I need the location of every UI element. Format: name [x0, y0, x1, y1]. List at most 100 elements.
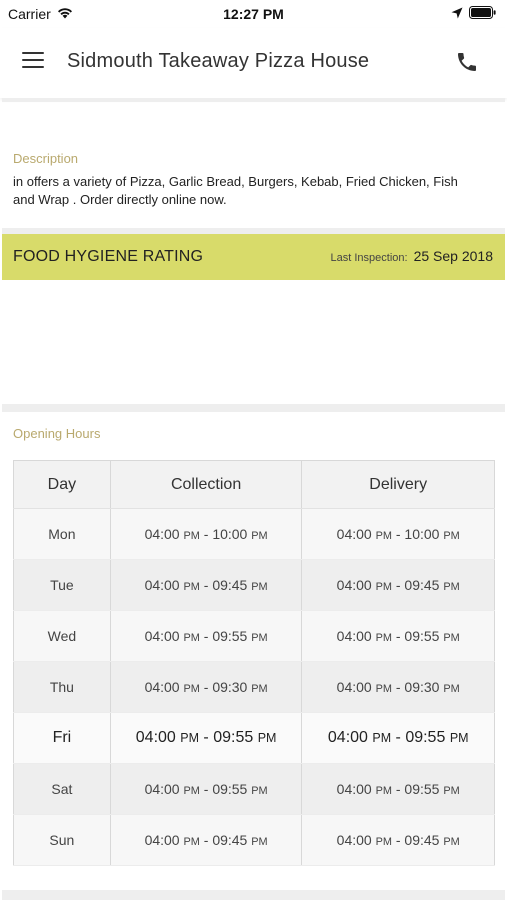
- day-cell: Wed: [13, 610, 111, 662]
- time-open: 04:00: [336, 577, 372, 593]
- status-bar: Carrier 12:27 PM: [0, 0, 507, 28]
- delivery-hours-cell: 04:00 PM - 09:55 PM: [301, 610, 495, 662]
- time-close: 09:55: [212, 781, 248, 797]
- time-separator: -: [391, 832, 405, 848]
- day-cell: Tue: [13, 559, 111, 611]
- divider: [2, 98, 505, 102]
- time-separator: -: [199, 628, 213, 644]
- delivery-hours-cell: 04:00 PM - 09:45 PM: [301, 559, 495, 611]
- day-cell: Fri: [13, 712, 111, 764]
- ampm-close: PM: [251, 632, 268, 644]
- time-close: 09:45: [212, 577, 248, 593]
- time-close: 09:45: [404, 832, 440, 848]
- time-separator: -: [391, 577, 405, 593]
- divider: [2, 404, 505, 412]
- time-open: 04:00: [336, 526, 372, 542]
- hamburger-icon-line: [22, 59, 44, 61]
- time-close: 09:55: [404, 628, 440, 644]
- column-header-collection: Collection: [109, 460, 303, 509]
- table-row: Fri 04:00 PM - 09:55 PM 04:00 PM - 09:55 P…: [13, 712, 495, 764]
- ampm-open: PM: [375, 836, 392, 848]
- time-open: 04:00: [144, 577, 180, 593]
- time-open: 04:00: [144, 832, 180, 848]
- ampm-open: PM: [183, 530, 200, 542]
- ampm-close: PM: [257, 731, 277, 745]
- time-separator: -: [199, 577, 213, 593]
- time-open: 04:00: [336, 628, 372, 644]
- ampm-open: PM: [183, 836, 200, 848]
- opening-hours-label: Opening Hours: [13, 426, 101, 441]
- call-button[interactable]: [455, 50, 481, 76]
- collection-hours-cell: 04:00 PM - 09:55 PM: [109, 610, 303, 662]
- time-separator: -: [391, 679, 405, 695]
- time-close: 09:55: [404, 781, 440, 797]
- day-cell: Mon: [13, 508, 111, 560]
- time-close: 09:30: [212, 679, 248, 695]
- table-row: Mon 04:00 PM - 10:00 PM 04:00 PM - 10:00 P…: [13, 508, 495, 560]
- time-separator: -: [391, 729, 406, 746]
- hamburger-icon-line: [22, 52, 44, 54]
- time-close: 09:55: [213, 729, 254, 746]
- time-separator: -: [199, 781, 213, 797]
- ampm-close: PM: [443, 632, 460, 644]
- ampm-close: PM: [251, 785, 268, 797]
- location-arrow-icon: [451, 6, 463, 24]
- day-cell: Sat: [13, 763, 111, 815]
- collection-hours-cell: 04:00 PM - 09:45 PM: [109, 559, 303, 611]
- time-open: 04:00: [144, 781, 180, 797]
- ampm-open: PM: [183, 581, 200, 593]
- delivery-hours-cell: 04:00 PM - 10:00 PM: [301, 508, 495, 560]
- ampm-open: PM: [183, 632, 200, 644]
- column-header-delivery: Delivery: [301, 460, 495, 509]
- collection-hours-cell: 04:00 PM - 09:55 PM: [109, 763, 303, 815]
- delivery-hours-cell: 04:00 PM - 09:45 PM: [301, 814, 495, 866]
- collection-hours-cell: 04:00 PM - 09:55 PM: [109, 712, 303, 764]
- day-cell: Sun: [13, 814, 111, 866]
- ampm-close: PM: [443, 581, 460, 593]
- ampm-close: PM: [251, 836, 268, 848]
- battery-icon: [469, 6, 497, 24]
- collection-hours-cell: 04:00 PM - 10:00 PM: [109, 508, 303, 560]
- time-close: 10:00: [404, 526, 440, 542]
- table-row: Sat 04:00 PM - 09:55 PM 04:00 PM - 09:55 P…: [13, 763, 495, 815]
- time-separator: -: [391, 781, 405, 797]
- time-open: 04:00: [135, 729, 176, 746]
- divider: [2, 890, 505, 900]
- time-close: 10:00: [212, 526, 248, 542]
- ampm-close: PM: [443, 785, 460, 797]
- app-header: Sidmouth Takeaway Pizza House: [0, 28, 507, 98]
- ampm-close: PM: [443, 530, 460, 542]
- hygiene-rating-title: FOOD HYGIENE RATING: [13, 248, 204, 265]
- day-cell: Thu: [13, 661, 111, 713]
- ampm-close: PM: [443, 836, 460, 848]
- last-inspection-date: 25 Sep 2018: [413, 248, 493, 264]
- page-title: Sidmouth Takeaway Pizza House: [67, 50, 370, 72]
- last-inspection-label: Last Inspection:: [330, 252, 408, 264]
- column-header-day: Day: [13, 460, 111, 509]
- description-text: in offers a variety of Pizza, Garlic Bre…: [13, 174, 458, 207]
- ampm-close: PM: [251, 581, 268, 593]
- last-inspection: Last Inspection: 25 Sep 2018: [331, 248, 493, 264]
- time-open: 04:00: [144, 628, 180, 644]
- time-open: 04:00: [336, 679, 372, 695]
- time-close: 09:45: [212, 832, 248, 848]
- ampm-open: PM: [372, 731, 392, 745]
- opening-hours-body: Mon 04:00 PM - 10:00 PM 04:00 PM - 10:00 P…: [13, 508, 495, 866]
- ampm-open: PM: [183, 683, 200, 695]
- description-label: Description: [13, 151, 79, 166]
- table-row: Thu 04:00 PM - 09:30 PM 04:00 PM - 09:30 P…: [13, 661, 495, 713]
- description-section: Description in offers a variety of Pizza…: [0, 105, 507, 228]
- delivery-hours-cell: 04:00 PM - 09:30 PM: [301, 661, 495, 713]
- time-open: 04:00: [336, 781, 372, 797]
- ampm-open: PM: [375, 632, 392, 644]
- status-time: 12:27 PM: [223, 6, 284, 22]
- ampm-open: PM: [375, 530, 392, 542]
- opening-hours-table: Day Collection Delivery Mon 04:00 PM - 10…: [13, 460, 495, 866]
- time-separator: -: [198, 729, 214, 746]
- time-separator: -: [391, 526, 405, 542]
- time-close: 09:55: [405, 729, 446, 746]
- collection-hours-cell: 04:00 PM - 09:45 PM: [109, 814, 303, 866]
- time-open: 04:00: [327, 729, 368, 746]
- hamburger-icon-line: [22, 66, 44, 68]
- menu-button[interactable]: [22, 52, 46, 72]
